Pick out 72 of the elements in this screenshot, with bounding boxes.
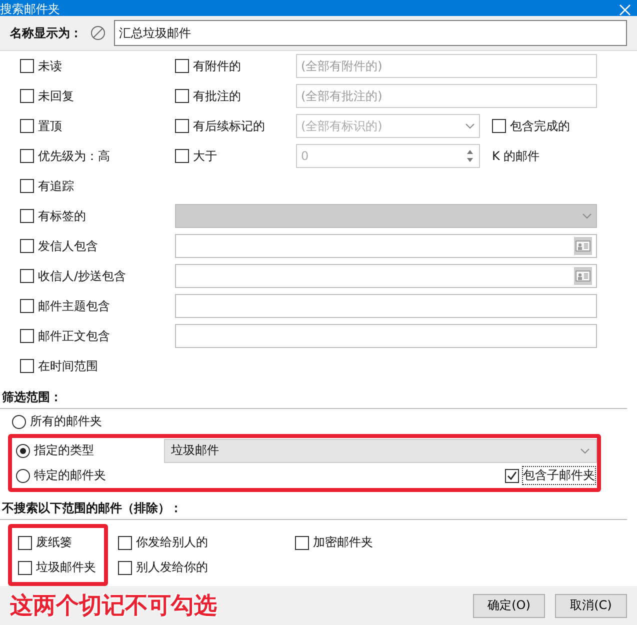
close-icon[interactable] bbox=[619, 4, 631, 16]
checkbox-label: 包含完成的 bbox=[510, 118, 570, 135]
checkbox[interactable] bbox=[20, 179, 34, 194]
checkbox-label: 置顶 bbox=[38, 118, 62, 135]
annotation-text: 这两个切记不可勾选 bbox=[10, 592, 217, 622]
checkbox[interactable] bbox=[20, 299, 34, 314]
checkbox[interactable] bbox=[118, 560, 132, 575]
checkbox-label: 收信人/抄送包含 bbox=[38, 268, 126, 285]
checkbox[interactable] bbox=[20, 359, 34, 374]
input-field[interactable] bbox=[175, 234, 597, 258]
checkbox-label: 加密邮件夹 bbox=[313, 534, 373, 552]
name-label: 名称显示为： bbox=[10, 24, 82, 42]
section-header: 筛选范围： bbox=[0, 387, 627, 410]
checkbox-label: 别人发给你的 bbox=[136, 559, 208, 576]
prohibited-icon[interactable] bbox=[90, 25, 106, 42]
checkbox-label: 有批注的 bbox=[193, 88, 241, 105]
checkbox[interactable] bbox=[20, 209, 34, 224]
check-icon bbox=[507, 470, 517, 481]
checkbox[interactable] bbox=[295, 536, 309, 550]
checkbox[interactable] bbox=[20, 149, 34, 164]
checkbox-label: 你发给别人的 bbox=[136, 534, 208, 552]
checkbox-label: 在时间范围 bbox=[38, 358, 98, 375]
input-field[interactable] bbox=[175, 294, 597, 318]
checkbox-label: 包含子邮件夹 bbox=[523, 467, 595, 484]
checkbox[interactable] bbox=[175, 59, 189, 74]
checkbox[interactable] bbox=[20, 59, 34, 74]
checkbox[interactable] bbox=[20, 269, 34, 284]
window-title: 搜索邮件夹 bbox=[0, 3, 60, 16]
radio-label: 特定的邮件夹 bbox=[34, 467, 106, 484]
checkbox-label: 优先级为：高 bbox=[38, 148, 110, 165]
checkbox-label: 发信人包含 bbox=[38, 238, 98, 255]
input-field[interactable] bbox=[175, 264, 597, 288]
checkbox[interactable] bbox=[175, 89, 189, 104]
address-book-icon[interactable] bbox=[574, 267, 592, 286]
radio-button[interactable] bbox=[16, 444, 30, 458]
caret-icon bbox=[465, 123, 475, 130]
checkbox-label: 邮件主题包含 bbox=[38, 298, 110, 315]
checkbox-label: 邮件正文包含 bbox=[38, 328, 110, 345]
checkbox[interactable] bbox=[175, 119, 189, 134]
checkbox-label: 有附件的 bbox=[193, 58, 241, 75]
caret-icon bbox=[580, 448, 590, 454]
checkbox[interactable] bbox=[175, 149, 189, 164]
dialog-button[interactable]: 确定(O) bbox=[473, 594, 545, 618]
name-field[interactable]: 汇总垃圾邮件 bbox=[114, 20, 627, 46]
checkbox[interactable] bbox=[20, 119, 34, 134]
checkbox[interactable] bbox=[20, 89, 34, 104]
radio-label: 所有的邮件夹 bbox=[30, 413, 102, 430]
checkbox[interactable] bbox=[20, 329, 34, 344]
checkbox-label: 未读 bbox=[38, 58, 62, 75]
checkbox-label: 有后续标记的 bbox=[193, 118, 265, 135]
checkbox-label: 未回复 bbox=[38, 88, 74, 105]
section-header: 不搜索以下范围的邮件（排除）： bbox=[0, 498, 627, 520]
radio-button[interactable] bbox=[16, 468, 30, 483]
checkbox-label: 有追踪 bbox=[38, 178, 74, 195]
checkbox[interactable] bbox=[505, 468, 519, 483]
radio-button[interactable] bbox=[12, 414, 26, 429]
checkbox[interactable] bbox=[492, 119, 506, 134]
dialog-button[interactable]: 取消(C) bbox=[555, 594, 627, 618]
checkbox-label: 大于 bbox=[193, 148, 217, 165]
checkbox[interactable] bbox=[18, 536, 32, 550]
unit-label: K 的邮件 bbox=[492, 148, 540, 165]
checkbox-label: 垃圾邮件夹 bbox=[36, 559, 96, 576]
input-field[interactable] bbox=[175, 324, 597, 348]
checkbox-label: 废纸篓 bbox=[36, 534, 72, 552]
address-book-icon[interactable] bbox=[574, 237, 592, 256]
caret-icon bbox=[582, 213, 592, 220]
checkbox[interactable] bbox=[118, 536, 132, 550]
checkbox-label: 有标签的 bbox=[38, 208, 86, 225]
checkbox[interactable] bbox=[18, 560, 32, 575]
radio-label: 指定的类型 bbox=[34, 442, 94, 460]
dropdown[interactable]: 垃圾邮件 bbox=[164, 438, 597, 463]
checkbox[interactable] bbox=[20, 239, 34, 254]
